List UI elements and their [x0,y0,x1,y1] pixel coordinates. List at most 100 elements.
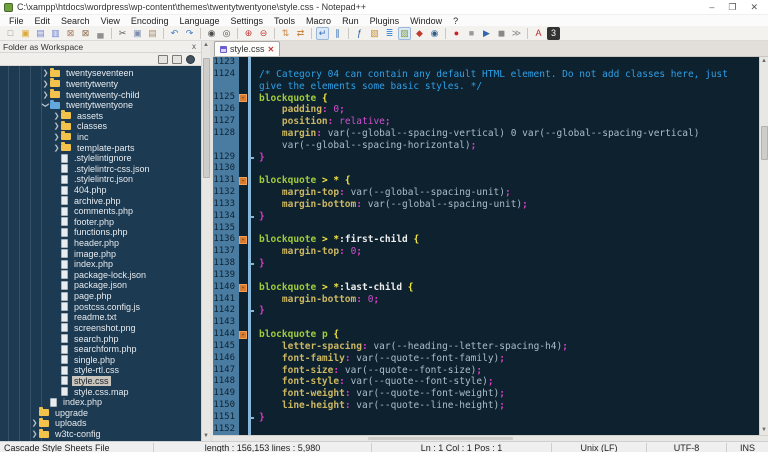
function-list-icon[interactable]: ƒ [353,27,366,40]
code-line-1148[interactable]: 1148 font-style: var(--quote--font-style… [213,376,759,388]
macro-run-multiple-icon[interactable]: ≫ [510,27,523,40]
code-line-1151[interactable]: 1151} [213,412,759,424]
fold-collapse-icon[interactable]: - [239,236,247,244]
copy-icon[interactable]: ▣ [131,27,144,40]
menu-[interactable]: ? [448,16,463,26]
code-line-1135[interactable]: 1135 [213,223,759,235]
replace-icon[interactable]: ◎ [220,27,233,40]
document-list-icon[interactable]: ≣ [383,27,396,40]
code-line-1126[interactable]: 1126 padding: 0; [213,104,759,116]
menu-settings[interactable]: Settings [226,16,269,26]
folder-as-workspace-icon[interactable]: ▨ [398,27,411,40]
close-button[interactable]: ✕ [750,2,758,13]
code-line-1136[interactable]: 1136-blockquote > *:first-child { [213,234,759,246]
chevron-collapsed-icon[interactable]: ❯ [30,419,39,427]
menu-plugins[interactable]: Plugins [365,16,405,26]
code-line-1144[interactable]: 1144-blockquote p { [213,329,759,341]
tab-close-icon[interactable]: ✕ [268,45,275,54]
fold-collapse-icon[interactable]: - [239,94,247,102]
fold-collapse-icon[interactable]: - [239,177,247,185]
tree-vertical-scrollbar[interactable]: ▲ ▼ [201,41,210,441]
expand-all-icon[interactable] [158,55,168,64]
menu-file[interactable]: File [4,16,29,26]
minimize-button[interactable]: – [709,2,714,13]
menu-window[interactable]: Window [405,16,447,26]
code-line-1132[interactable]: 1132 margin-top: var(--global--spacing-u… [213,187,759,199]
cut-icon[interactable]: ✂ [116,27,129,40]
code-line-1146[interactable]: 1146 font-family: var(--quote--font-fami… [213,353,759,365]
code-line-1133[interactable]: 1133 margin-bottom: var(--global--spacin… [213,199,759,211]
editor-hscrollbar-thumb[interactable] [368,437,512,440]
word-wrap-icon[interactable]: ↵ [316,27,329,40]
code-line-wrap[interactable]: give the elements some basic styles. */ [213,81,759,93]
menu-encoding[interactable]: Encoding [126,16,174,26]
menu-language[interactable]: Language [174,16,224,26]
chevron-collapsed-icon[interactable]: ❯ [30,430,39,438]
plugin-panel-icon[interactable]: ◆ [413,27,426,40]
spell-check-icon[interactable]: A [532,27,545,40]
tree-scrollbar-thumb[interactable] [203,58,210,178]
code-line-1129[interactable]: 1129} [213,152,759,164]
scroll-down-icon[interactable]: ▼ [760,426,768,435]
code-line-1149[interactable]: 1149 font-weight: var(--quote--font-weig… [213,388,759,400]
code-line-1130[interactable]: 1130 [213,163,759,175]
fold-margin[interactable]: - [239,175,254,187]
close-file-icon[interactable]: ⊠ [64,27,77,40]
chevron-collapsed-icon[interactable]: ❯ [41,69,50,77]
chevron-expanded-icon[interactable]: ❯ [42,101,50,110]
sync-vertical-icon[interactable]: ⇅ [279,27,292,40]
code-line-1141[interactable]: 1141 margin-bottom: 0; [213,294,759,306]
code-line-1127[interactable]: 1127 position: relative; [213,116,759,128]
macro-play-icon[interactable]: ▶ [480,27,493,40]
code-line-1139[interactable]: 1139 [213,270,759,282]
fold-margin[interactable]: - [239,234,254,246]
document-map-icon[interactable]: ▧ [368,27,381,40]
editor-scrollbar-thumb[interactable] [761,126,768,160]
menu-macro[interactable]: Macro [301,16,336,26]
chevron-collapsed-icon[interactable]: ❯ [52,112,61,120]
menu-search[interactable]: Search [56,16,95,26]
chevron-collapsed-icon[interactable]: ❯ [41,91,50,99]
zoom-in-icon[interactable]: ⊕ [242,27,255,40]
macro-record-icon[interactable]: ● [450,27,463,40]
code-line-1147[interactable]: 1147 font-size: var(--quote--font-size); [213,365,759,377]
menu-view[interactable]: View [96,16,125,26]
undo-icon[interactable]: ↶ [168,27,181,40]
monitoring-eye-icon[interactable]: ◉ [428,27,441,40]
plugin-3-icon[interactable]: 3 [547,27,560,40]
editor-horizontal-scrollbar[interactable] [213,435,768,441]
status-encoding[interactable]: UTF-8 [646,443,726,452]
fold-collapse-icon[interactable]: - [239,284,247,292]
print-icon[interactable]: ▄ [94,27,107,40]
code-line-1123[interactable]: 1123 [213,57,759,69]
fold-margin[interactable]: - [239,282,254,294]
find-icon[interactable]: ◉ [205,27,218,40]
scroll-up-icon[interactable]: ▲ [760,57,768,66]
code-line-1131[interactable]: 1131-blockquote > * { [213,175,759,187]
code-line-1124[interactable]: 1124/* Category 04 can contain any defau… [213,69,759,81]
tab-style-css[interactable]: style.css ✕ [214,41,280,56]
collapse-all-icon[interactable] [172,55,182,64]
open-file-icon[interactable]: ▣ [19,27,32,40]
redo-icon[interactable]: ↷ [183,27,196,40]
code-line-1128[interactable]: 1128 margin: var(--global--spacing-verti… [213,128,759,140]
code-line-1138[interactable]: 1138} [213,258,759,270]
code-line-1143[interactable]: 1143 [213,317,759,329]
code-line-wrap[interactable]: var(--global--spacing-horizontal); [213,140,759,152]
restore-button[interactable]: ❐ [728,2,736,13]
panel-close-icon[interactable]: x [190,42,198,51]
editor-vertical-scrollbar[interactable]: ▲ ▼ [759,57,768,435]
macro-stop-icon[interactable]: ■ [465,27,478,40]
chevron-collapsed-icon[interactable]: ❯ [52,122,61,130]
menu-run[interactable]: Run [337,16,364,26]
chevron-collapsed-icon[interactable]: ❯ [41,80,50,88]
fold-collapse-icon[interactable]: - [239,331,247,339]
status-insert-mode[interactable]: INS [726,443,768,452]
chevron-collapsed-icon[interactable]: ❯ [52,144,61,152]
new-file-icon[interactable]: □ [4,27,17,40]
code-line-1152[interactable]: 1152 [213,424,759,435]
save-all-icon[interactable]: ▥ [49,27,62,40]
fold-margin[interactable]: - [239,92,254,104]
close-all-icon[interactable]: ⊠ [79,27,92,40]
code-line-1125[interactable]: 1125-blockquote { [213,92,759,104]
